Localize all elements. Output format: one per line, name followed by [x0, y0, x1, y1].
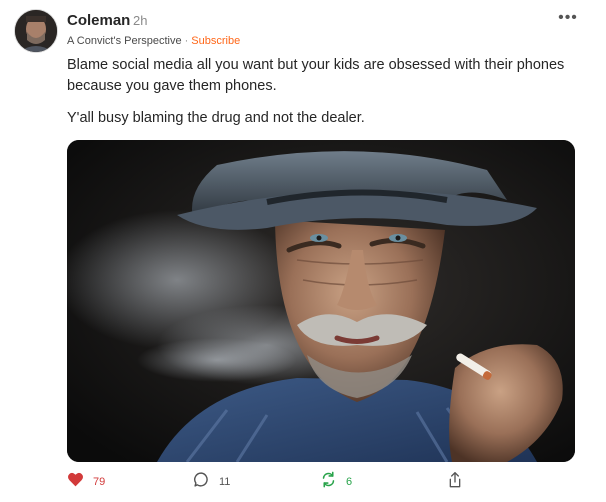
restack-count: 6: [346, 476, 353, 488]
post-paragraph-1: Blame social media all you want but your…: [67, 57, 565, 94]
share-icon: [447, 471, 463, 494]
comment-count: 11: [219, 476, 231, 488]
comment-button[interactable]: 11: [193, 470, 230, 494]
like-button[interactable]: 79: [67, 470, 105, 494]
restack-button[interactable]: 6: [320, 470, 352, 494]
post-time: 2h: [133, 13, 148, 28]
subscribe-link[interactable]: Subscribe: [191, 35, 240, 47]
comment-bubble-icon: [193, 471, 210, 493]
more-dots-icon[interactable]: •••: [556, 10, 580, 30]
author-name[interactable]: Coleman: [67, 12, 130, 29]
like-count: 79: [93, 476, 106, 488]
restack-icon: [320, 471, 337, 493]
post-body: Blame social media all you want but your…: [67, 55, 587, 140]
share-button[interactable]: [447, 470, 463, 494]
post-image[interactable]: [67, 140, 575, 462]
avatar[interactable]: [14, 9, 58, 53]
action-bar: 79 11 6: [67, 470, 587, 494]
post-paragraph-2: Y'all busy blaming the drug and not the …: [67, 110, 365, 126]
separator: ·: [184, 35, 189, 47]
note-post: Coleman 2h ••• A Convict's Perspective · S…: [0, 0, 606, 502]
heart-icon: [67, 472, 84, 492]
publication-name[interactable]: A Convict's Perspective: [67, 35, 182, 47]
publication-row: A Convict's Perspective · Subscribe: [67, 35, 240, 47]
